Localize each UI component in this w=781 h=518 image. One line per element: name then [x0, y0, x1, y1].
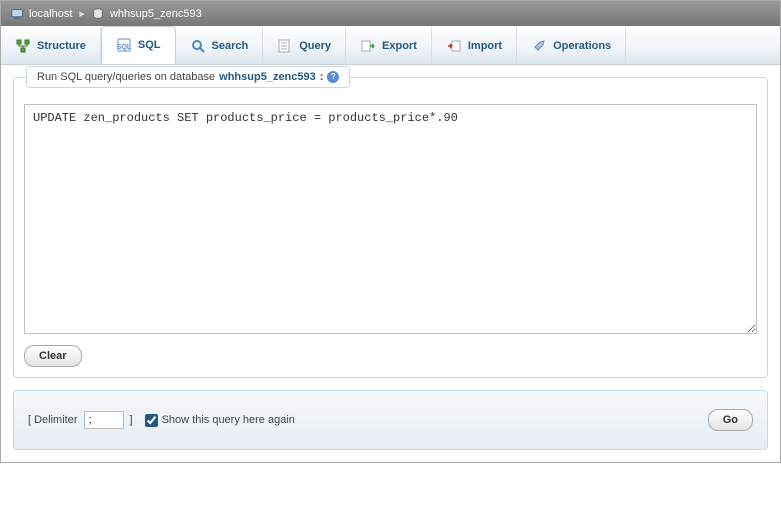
footer-bar: [ Delimiter ] Show this query here again…	[13, 390, 768, 450]
tab-operations-label: Operations	[553, 40, 611, 52]
breadcrumb-sep-icon: ▸	[79, 7, 85, 20]
delimiter-close: ]	[130, 414, 133, 426]
tab-search[interactable]: Search	[176, 27, 264, 64]
help-icon[interactable]	[327, 71, 339, 83]
tab-query-label: Query	[299, 40, 331, 52]
breadcrumb-database[interactable]: whhsup5_zenc593	[92, 8, 202, 20]
export-icon	[360, 38, 376, 54]
breadcrumb-database-label: whhsup5_zenc593	[110, 8, 202, 20]
breadcrumb-server-label: localhost	[29, 8, 72, 20]
tab-export-label: Export	[382, 40, 417, 52]
database-icon	[92, 8, 106, 20]
tab-structure[interactable]: Structure	[1, 27, 101, 64]
import-icon	[446, 38, 462, 54]
operations-icon	[531, 38, 547, 54]
structure-icon	[15, 38, 31, 54]
server-icon	[11, 8, 25, 20]
sql-icon: SQL	[116, 37, 132, 53]
tab-query[interactable]: Query	[263, 27, 346, 64]
clear-button[interactable]: Clear	[24, 345, 82, 367]
go-button[interactable]: Go	[708, 409, 753, 431]
breadcrumb-server[interactable]: localhost	[11, 8, 72, 20]
legend-colon: :	[320, 71, 324, 83]
tab-import[interactable]: Import	[432, 27, 517, 64]
query-icon	[277, 38, 293, 54]
content-area: Run SQL query/queries on database whhsup…	[1, 65, 780, 462]
tab-operations[interactable]: Operations	[517, 27, 626, 64]
legend-db-link[interactable]: whhsup5_zenc593	[219, 71, 316, 83]
panel-legend: Run SQL query/queries on database whhsup…	[26, 66, 350, 88]
sql-textarea[interactable]	[24, 104, 757, 334]
tab-sql-label: SQL	[138, 39, 161, 51]
show-again-checkbox[interactable]	[145, 414, 158, 427]
footer-left: [ Delimiter ] Show this query here again	[28, 411, 295, 429]
tab-export[interactable]: Export	[346, 27, 432, 64]
tab-import-label: Import	[468, 40, 502, 52]
legend-prefix: Run SQL query/queries on database	[37, 71, 215, 83]
breadcrumb: localhost ▸ whhsup5_zenc593	[1, 1, 780, 26]
delimiter-input[interactable]	[84, 411, 124, 429]
tab-sql[interactable]: SQL SQL	[101, 26, 176, 64]
tab-bar: Structure SQL SQL Search	[1, 26, 780, 65]
show-again-label: Show this query here again	[162, 414, 295, 426]
tab-structure-label: Structure	[37, 40, 86, 52]
show-again-label-wrap[interactable]: Show this query here again	[145, 414, 295, 427]
sql-query-panel: Run SQL query/queries on database whhsup…	[13, 77, 768, 378]
delimiter-open: [ Delimiter	[28, 414, 78, 426]
svg-text:SQL: SQL	[117, 44, 132, 51]
tab-search-label: Search	[212, 40, 249, 52]
search-icon	[190, 38, 206, 54]
